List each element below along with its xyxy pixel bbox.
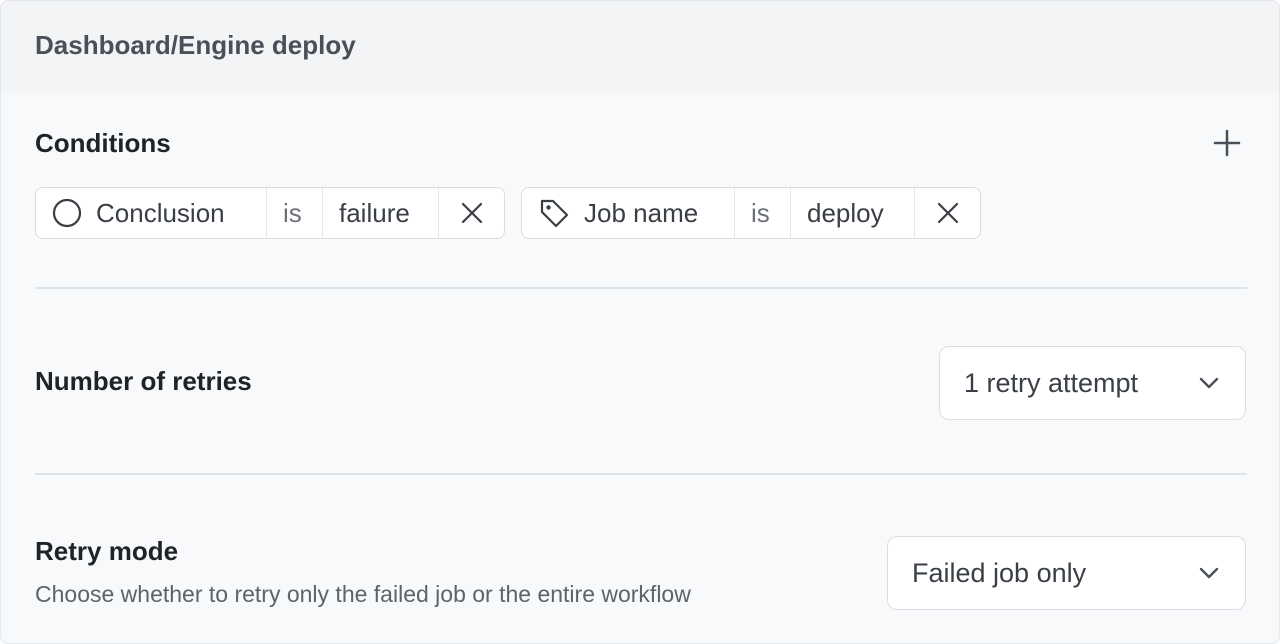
chevron-down-icon: [1199, 377, 1219, 389]
retry-mode-description: Choose whether to retry only the failed …: [35, 581, 691, 607]
tag-icon: [540, 199, 569, 228]
retry-rule-panel: Dashboard/Engine deploy Conditions Concl…: [0, 0, 1280, 644]
add-condition-button[interactable]: [1209, 125, 1245, 161]
panel-title: Dashboard/Engine deploy: [35, 30, 356, 60]
remove-condition-button[interactable]: [439, 188, 504, 238]
remove-condition-button[interactable]: [915, 188, 980, 238]
panel-header: Dashboard/Engine deploy: [1, 1, 1279, 93]
condition-chip-job-name: Job name is deploy: [521, 187, 981, 239]
retry-mode-title: Retry mode: [35, 536, 179, 566]
x-icon: [461, 202, 482, 224]
condition-operator[interactable]: is: [267, 188, 323, 238]
condition-field[interactable]: Job name: [522, 188, 735, 238]
x-icon: [937, 202, 958, 224]
condition-chip-conclusion: Conclusion is failure: [35, 187, 505, 239]
section-divider: [35, 473, 1247, 475]
retries-selected-value: 1 retry attempt: [964, 367, 1139, 398]
retry-mode-select[interactable]: Failed job only: [887, 536, 1246, 610]
retries-select[interactable]: 1 retry attempt: [939, 346, 1246, 420]
condition-operator[interactable]: is: [735, 188, 791, 238]
circle-icon: [52, 198, 82, 228]
chevron-down-icon: [1199, 567, 1219, 579]
condition-field-label: Conclusion: [96, 197, 225, 228]
condition-field[interactable]: Conclusion: [36, 188, 267, 238]
retries-title: Number of retries: [35, 366, 252, 396]
retry-mode-selected-value: Failed job only: [912, 557, 1087, 588]
condition-value[interactable]: failure: [323, 188, 439, 238]
condition-value[interactable]: deploy: [791, 188, 915, 238]
plus-icon: [1213, 129, 1241, 157]
conditions-title: Conditions: [35, 128, 171, 158]
condition-field-label: Job name: [584, 197, 699, 228]
section-divider: [35, 287, 1247, 289]
